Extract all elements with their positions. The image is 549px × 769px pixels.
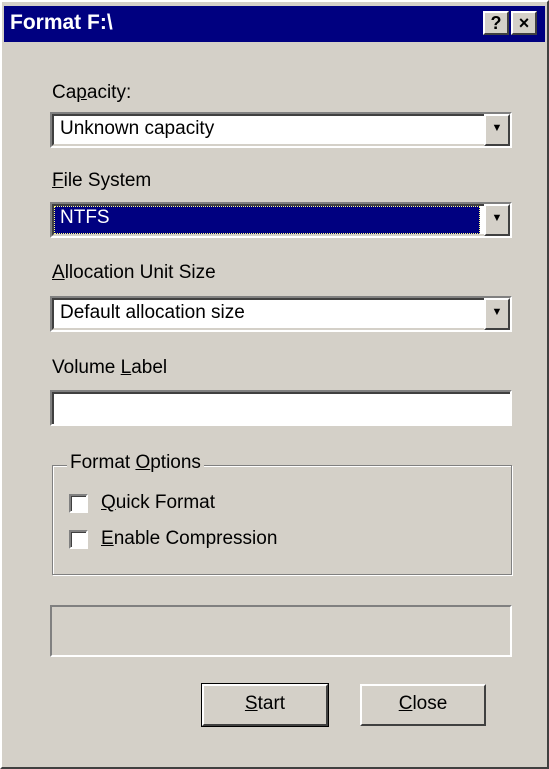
enable-compression-checkbox[interactable]: [69, 530, 88, 549]
close-window-button[interactable]: ×: [511, 11, 537, 35]
capacity-select[interactable]: Unknown capacity ▼: [50, 112, 512, 148]
format-progress-bar: [50, 605, 512, 657]
title-bar: Format F:\ ? ×: [4, 6, 545, 42]
quick-format-label: Quick Format: [101, 492, 216, 513]
file-system-select[interactable]: NTFS ▼: [50, 202, 512, 238]
chevron-down-icon: ▼: [491, 306, 503, 318]
capacity-dropdown-button[interactable]: ▼: [484, 114, 510, 146]
allocation-unit-size-value: Default allocation size: [60, 302, 245, 323]
file-system-value: NTFS: [54, 206, 480, 234]
chevron-down-icon: ▼: [491, 212, 503, 224]
volume-label-input[interactable]: [50, 390, 512, 426]
start-button[interactable]: Start: [201, 683, 329, 727]
capacity-value: Unknown capacity: [60, 118, 215, 139]
quick-format-checkbox[interactable]: [69, 494, 88, 513]
file-system-label: File System: [52, 170, 152, 191]
format-dialog: Format F:\ ? × Capacity: Unknown capacit…: [0, 0, 549, 769]
allocation-unit-size-select[interactable]: Default allocation size ▼: [50, 296, 512, 332]
format-options-group: Format Options Quick Format Enable Compr…: [52, 452, 512, 575]
capacity-label: Capacity:: [52, 82, 132, 103]
enable-compression-label: Enable Compression: [101, 528, 278, 549]
file-system-dropdown-button[interactable]: ▼: [484, 204, 510, 236]
allocation-unit-size-label: Allocation Unit Size: [52, 262, 216, 283]
chevron-down-icon: ▼: [491, 122, 503, 134]
close-button[interactable]: Close: [360, 684, 486, 726]
volume-label-label: Volume Label: [52, 357, 168, 378]
allocation-dropdown-button[interactable]: ▼: [484, 298, 510, 330]
format-options-title: Format Options: [67, 452, 204, 474]
help-button[interactable]: ?: [483, 11, 509, 35]
window-title: Format F:\: [10, 11, 113, 34]
